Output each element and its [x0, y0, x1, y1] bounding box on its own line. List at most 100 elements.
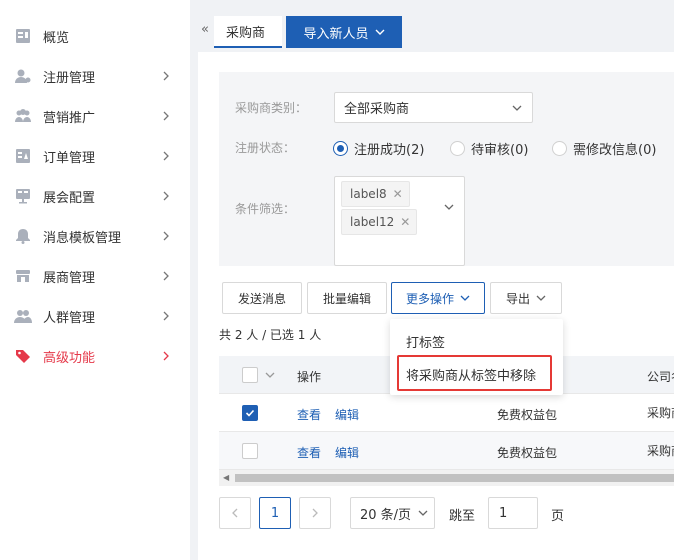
- company-cell: 采购商: [647, 406, 674, 420]
- view-link[interactable]: 查看: [297, 406, 321, 423]
- sidebar-item-marketing[interactable]: 营销推广: [0, 96, 190, 136]
- sidebar-item-register[interactable]: 注册管理: [0, 56, 190, 96]
- status-radio-success[interactable]: 注册成功(2): [333, 139, 424, 158]
- next-page-button[interactable]: [299, 497, 331, 529]
- chevron-right-icon: [163, 311, 169, 321]
- export-button[interactable]: 导出: [490, 282, 562, 314]
- batch-edit-button[interactable]: 批量编辑: [307, 282, 387, 314]
- tag-label: label8: [350, 187, 387, 201]
- page-unit-label: 页: [551, 509, 565, 524]
- table-row: 查看 编辑 免费权益包 采购商: [219, 432, 674, 470]
- sidebar-item-label: 注册管理: [43, 70, 96, 86]
- close-icon[interactable]: ✕: [400, 215, 410, 229]
- category-label: 采购商类别：: [235, 101, 308, 115]
- bell-icon: [14, 227, 32, 245]
- horizontal-scrollbar[interactable]: ◀: [219, 470, 674, 486]
- import-new-people-button[interactable]: 导入新人员: [286, 16, 402, 48]
- sidebar-item-label: 概览: [43, 30, 70, 46]
- marketing-people-icon: [14, 107, 32, 125]
- selection-summary: 共 2 人 / 已选 1 人: [219, 328, 322, 342]
- more-actions-dropdown: 打标签 将采购商从标签中移除: [390, 319, 563, 395]
- overview-icon: [14, 27, 32, 45]
- status-radio-needs-edit[interactable]: 需修改信息(0): [552, 139, 656, 158]
- sidebar-item-advanced[interactable]: 高级功能: [0, 336, 190, 376]
- chevron-down-icon: [536, 295, 546, 301]
- sidebar-item-label: 订单管理: [43, 150, 96, 166]
- jump-page-input[interactable]: 1: [488, 497, 538, 529]
- sidebar-item-label: 高级功能: [43, 350, 96, 366]
- chevron-down-icon: [512, 105, 522, 111]
- menu-item-remove-from-tag[interactable]: 将采购商从标签中移除: [390, 357, 563, 391]
- chevron-left-icon: [232, 508, 238, 518]
- jump-label: 跳至: [449, 509, 476, 524]
- view-link[interactable]: 查看: [297, 444, 321, 461]
- tag-chip: label8 ✕: [341, 181, 410, 207]
- tag-label: label12: [350, 215, 395, 229]
- page-size-value: 20 条/页: [360, 507, 412, 523]
- edit-link[interactable]: 编辑: [335, 444, 359, 461]
- page-size-select[interactable]: 20 条/页: [350, 497, 435, 529]
- chevron-right-icon: [163, 151, 169, 161]
- chevron-right-icon: [163, 271, 169, 281]
- radio-dot: [333, 141, 348, 156]
- sidebar-item-exhibitors[interactable]: 展商管理: [0, 256, 190, 296]
- package-cell: 免费权益包: [497, 408, 558, 422]
- chevron-right-icon: [163, 231, 169, 241]
- page-number-button[interactable]: 1: [259, 497, 291, 529]
- category-value: 全部采购商: [344, 102, 410, 117]
- column-header-company: 公司名: [647, 370, 674, 384]
- order-icon: [14, 147, 32, 165]
- collapse-sidebar-button[interactable]: «: [196, 18, 214, 40]
- sidebar-item-orders[interactable]: 订单管理: [0, 136, 190, 176]
- tab-label: 采购商: [226, 25, 266, 41]
- crowd-icon: [14, 307, 32, 325]
- checkmark-icon: [245, 409, 255, 417]
- row-checkbox[interactable]: [242, 443, 258, 459]
- chevron-down-icon: [444, 204, 454, 210]
- select-all-checkbox[interactable]: [242, 367, 258, 383]
- scrollbar-thumb[interactable]: [235, 474, 674, 482]
- radio-dot: [552, 141, 567, 156]
- chevron-right-icon: [163, 71, 169, 81]
- sidebar-item-message-templates[interactable]: 消息模板管理: [0, 216, 190, 256]
- category-select[interactable]: 全部采购商: [334, 92, 533, 123]
- import-label: 导入新人员: [303, 26, 369, 42]
- tab-purchasers[interactable]: 采购商: [214, 16, 282, 48]
- export-label: 导出: [505, 291, 530, 306]
- chevron-down-icon: [418, 510, 428, 516]
- exhibition-config-icon: [14, 187, 32, 205]
- sidebar-item-crowd[interactable]: 人群管理: [0, 296, 190, 336]
- more-actions-label: 更多操作: [405, 291, 454, 306]
- radio-dot: [450, 141, 465, 156]
- more-actions-button[interactable]: 更多操作: [391, 282, 485, 314]
- sidebar-item-overview[interactable]: 概览: [0, 16, 190, 56]
- sidebar-item-label: 展商管理: [43, 270, 96, 286]
- sidebar-item-exhibition-config[interactable]: 展会配置: [0, 176, 190, 216]
- status-label: 注册状态：: [235, 141, 296, 155]
- status-radio-pending[interactable]: 待审核(0): [450, 139, 528, 158]
- radio-label: 需修改信息(0): [573, 143, 657, 158]
- tag-chip: label12 ✕: [341, 209, 418, 235]
- edit-link[interactable]: 编辑: [335, 406, 359, 423]
- condition-label: 条件筛选：: [235, 202, 296, 216]
- package-cell: 免费权益包: [497, 446, 558, 460]
- send-message-button[interactable]: 发送消息: [222, 282, 302, 314]
- chevron-right-icon: [163, 111, 169, 121]
- condition-tag-select[interactable]: label8 ✕ label12 ✕: [334, 176, 465, 266]
- close-icon[interactable]: ✕: [393, 187, 403, 201]
- register-user-icon: [14, 67, 32, 85]
- chevron-down-icon: [375, 29, 384, 35]
- scroll-left-icon[interactable]: ◀: [223, 473, 229, 482]
- sidebar-item-label: 人群管理: [43, 310, 96, 326]
- chevron-right-icon: [312, 508, 318, 518]
- sidebar-item-label: 展会配置: [43, 190, 96, 206]
- chevron-right-icon: [163, 191, 169, 201]
- row-checkbox[interactable]: [242, 405, 258, 421]
- radio-label: 注册成功(2): [354, 143, 425, 158]
- tab-bar: 采购商 导入新人员: [214, 14, 674, 50]
- menu-item-add-tag[interactable]: 打标签: [390, 324, 563, 358]
- prev-page-button[interactable]: [219, 497, 251, 529]
- sidebar-item-label: 营销推广: [43, 110, 96, 126]
- chevron-right-icon: [163, 351, 169, 361]
- chevron-down-icon[interactable]: [265, 371, 275, 379]
